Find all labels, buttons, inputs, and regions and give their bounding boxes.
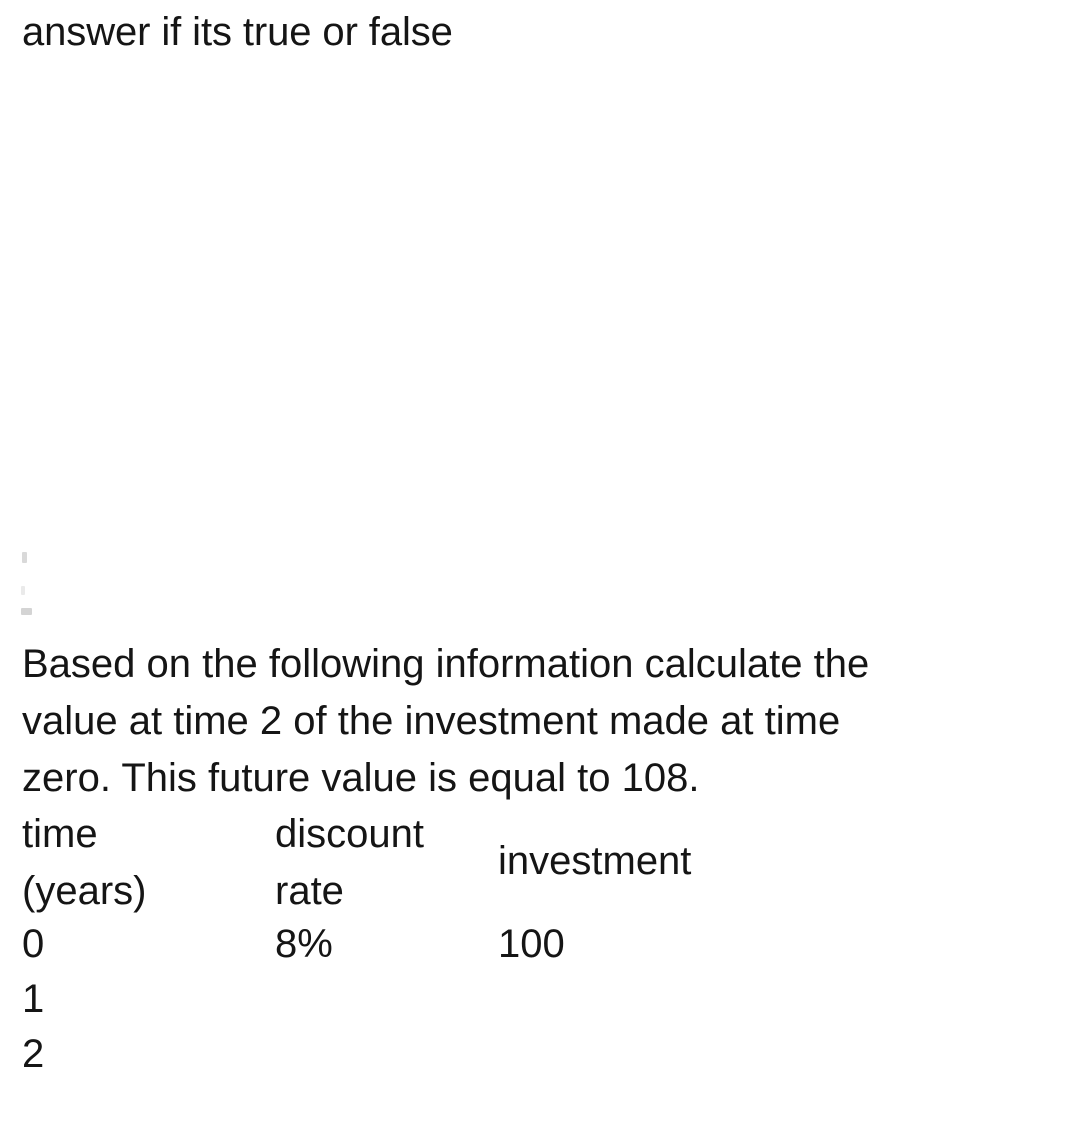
- table-row: 1: [22, 973, 822, 1028]
- scan-artifact-mark: [21, 586, 25, 595]
- table-row: 0 8% 100: [22, 918, 822, 973]
- column-header-investment-line1: investment: [498, 839, 692, 883]
- scan-artifact-group: [20, 548, 42, 624]
- column-header-rate-line1: discount: [275, 812, 424, 856]
- column-header-rate-line2: rate: [275, 869, 344, 913]
- column-header-investment: investment: [498, 833, 691, 890]
- column-header-time-line1: time: [22, 812, 98, 856]
- document-page: answer if its true or false Based on the…: [0, 0, 1080, 1121]
- question-line-3: zero. This future value is equal to 108.: [22, 756, 700, 800]
- cell-investment: 100: [498, 922, 565, 966]
- question-line-2: value at time 2 of the investment made a…: [22, 699, 841, 743]
- table-header-row: time (years) discount rate investment: [22, 806, 822, 918]
- question-line-1: Based on the following information calcu…: [22, 642, 870, 686]
- cell-rate: 8%: [275, 922, 333, 966]
- question-paragraph: Based on the following information calcu…: [22, 636, 1066, 807]
- table-row: 2: [22, 1028, 822, 1083]
- question-body: Based on the following information calcu…: [22, 636, 1066, 807]
- column-header-time-line2: (years): [22, 869, 147, 913]
- table-body: 0 8% 100 1 2: [22, 918, 822, 1083]
- investment-table: time (years) discount rate investment 0 …: [22, 806, 822, 1083]
- prompt-instruction: answer if its true or false: [22, 10, 453, 54]
- scan-artifact-mark: [22, 552, 27, 563]
- scan-artifact-mark: [21, 608, 32, 615]
- cell-time: 2: [22, 1032, 45, 1076]
- column-header-discount-rate: discount rate: [275, 806, 424, 920]
- cell-time: 1: [22, 977, 45, 1021]
- column-header-time: time (years): [22, 806, 146, 920]
- cell-time: 0: [22, 922, 45, 966]
